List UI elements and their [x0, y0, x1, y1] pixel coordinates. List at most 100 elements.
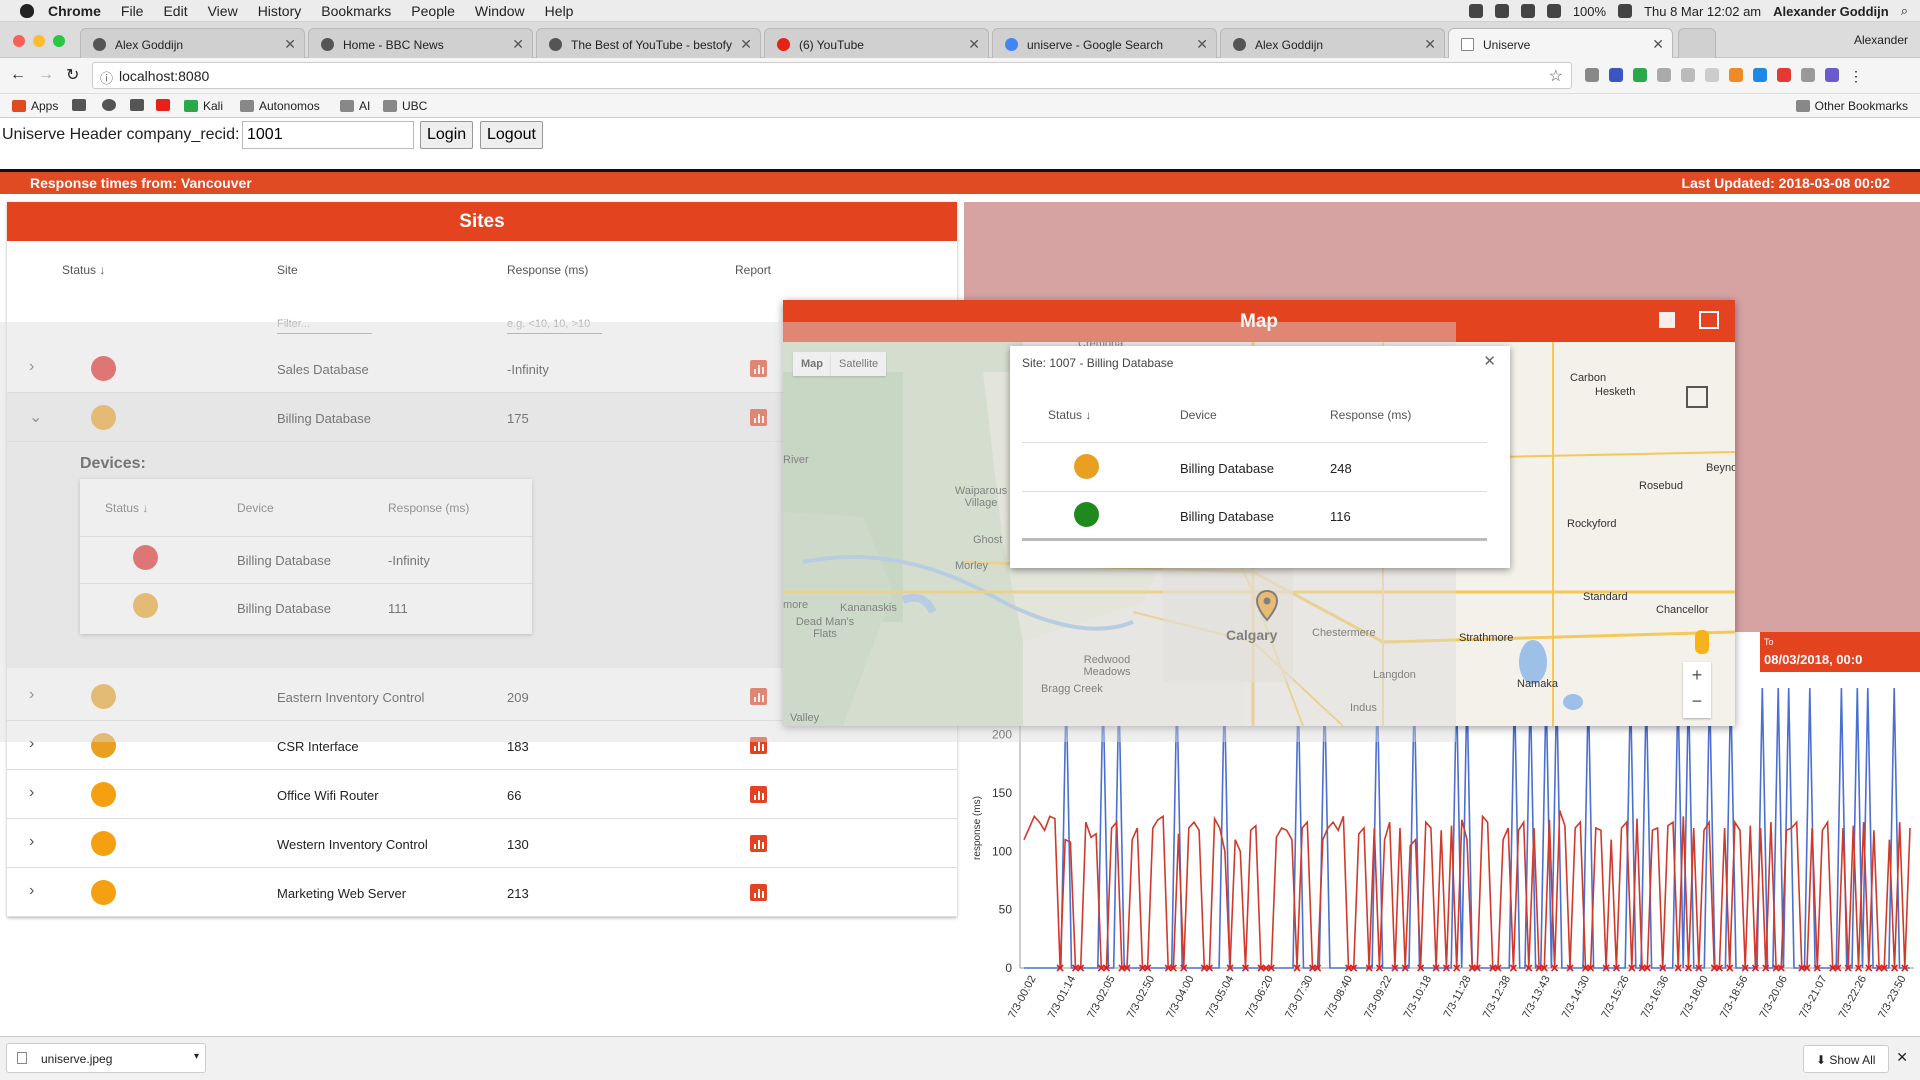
- dev-col-response[interactable]: Response (ms): [388, 501, 469, 515]
- clock[interactable]: Thu 8 Mar 12:02 am: [1644, 4, 1761, 19]
- forward-icon[interactable]: →: [38, 66, 54, 84]
- pegman-icon[interactable]: [1695, 630, 1709, 654]
- menu-history[interactable]: History: [258, 3, 302, 19]
- tab-alex-goddijn-2[interactable]: Alex Goddijn ✕: [1220, 28, 1445, 58]
- extension-ghost-icon[interactable]: [1681, 68, 1695, 82]
- map-type-map-button[interactable]: Map: [793, 352, 831, 376]
- apple-icon[interactable]: [20, 3, 34, 18]
- menu-help[interactable]: Help: [545, 3, 574, 19]
- extension-gray-icon[interactable]: [1657, 68, 1671, 82]
- close-icon[interactable]: ✕: [1483, 352, 1496, 370]
- extension-tools-icon[interactable]: [1801, 68, 1815, 82]
- close-tab-icon[interactable]: ✕: [740, 36, 752, 53]
- bookmark-ai[interactable]: AI: [340, 99, 370, 113]
- menu-window[interactable]: Window: [475, 3, 525, 19]
- chevron-down-icon[interactable]: ⌄: [29, 407, 42, 427]
- report-chart-icon[interactable]: [750, 786, 767, 803]
- report-chart-icon[interactable]: [750, 884, 767, 901]
- fullscreen-icon[interactable]: [1699, 311, 1719, 329]
- reload-icon[interactable]: ↻: [66, 65, 79, 85]
- bookmark-ubc[interactable]: UBC: [383, 99, 427, 113]
- close-window-icon[interactable]: [13, 35, 25, 47]
- back-icon[interactable]: ←: [10, 66, 26, 84]
- site-filter-input[interactable]: Filter...: [277, 318, 372, 334]
- menu-edit[interactable]: Edit: [163, 3, 187, 19]
- tab-uniserve[interactable]: Uniserve ✕: [1448, 28, 1673, 59]
- chevron-down-icon[interactable]: ▾: [194, 1051, 199, 1062]
- bookmark-kali[interactable]: Kali: [184, 99, 223, 113]
- info-icon[interactable]: ⓘ: [100, 68, 113, 87]
- battery-percent[interactable]: 100%: [1573, 4, 1606, 19]
- chevron-right-icon[interactable]: ›: [29, 735, 34, 753]
- wifi-icon[interactable]: [1520, 4, 1535, 18]
- extension-z-icon[interactable]: [1609, 68, 1623, 82]
- extension-orange-icon[interactable]: [1729, 68, 1743, 82]
- tab-best-of-youtube[interactable]: The Best of YouTube - bestofy ✕: [536, 28, 761, 58]
- map-fullscreen-icon[interactable]: [1686, 386, 1708, 408]
- bookmark-star[interactable]: [130, 99, 144, 111]
- close-tab-icon[interactable]: ✕: [512, 36, 524, 53]
- col-status[interactable]: Status ↓: [62, 263, 105, 277]
- volume-icon[interactable]: [1546, 4, 1561, 18]
- site-row[interactable]: › Office Wifi Router 66: [7, 770, 957, 819]
- map-type-satellite-button[interactable]: Satellite: [831, 352, 887, 376]
- col-response[interactable]: Response (ms): [507, 263, 588, 277]
- iw-col-status[interactable]: Status ↓: [1048, 408, 1091, 422]
- cast-icon[interactable]: [1585, 68, 1599, 82]
- menu-file[interactable]: File: [121, 3, 144, 19]
- show-all-button[interactable]: ⬇ Show All: [1803, 1045, 1889, 1073]
- extension-blue-icon[interactable]: [1753, 68, 1767, 82]
- chevron-right-icon[interactable]: ›: [29, 358, 34, 376]
- tab-bbc-news[interactable]: Home - BBC News ✕: [308, 28, 533, 58]
- report-chart-icon[interactable]: [750, 835, 767, 852]
- star-icon[interactable]: ☆: [1549, 66, 1563, 86]
- date-to-picker[interactable]: To 08/03/2018, 00:0: [1760, 632, 1920, 672]
- chevron-right-icon[interactable]: ›: [29, 833, 34, 851]
- report-chart-icon[interactable]: [750, 688, 767, 705]
- tab-alex-goddijn[interactable]: Alex Goddijn ✕: [80, 28, 305, 58]
- close-downloads-icon[interactable]: ✕: [1896, 1049, 1908, 1066]
- spotlight-icon[interactable]: ⌕: [1901, 3, 1908, 19]
- site-row[interactable]: › Western Inventory Control 130: [7, 819, 957, 868]
- close-tab-icon[interactable]: ✕: [1196, 36, 1208, 53]
- close-tab-icon[interactable]: ✕: [1652, 36, 1664, 53]
- site-row[interactable]: › CSR Interface 183: [7, 721, 957, 770]
- dev-col-device[interactable]: Device: [237, 501, 274, 515]
- bookmark-autonomos[interactable]: Autonomos: [240, 99, 320, 113]
- company-recid-input[interactable]: [242, 121, 414, 149]
- extension-cloud-icon[interactable]: [1705, 68, 1719, 82]
- chevron-right-icon[interactable]: ›: [29, 882, 34, 900]
- iw-col-device[interactable]: Device: [1180, 408, 1217, 422]
- download-item[interactable]: uniserve.jpeg ▾: [6, 1043, 206, 1073]
- dev-col-status[interactable]: Status ↓: [105, 501, 148, 515]
- extension-puzzle-icon[interactable]: [1825, 68, 1839, 82]
- chrome-menu-icon[interactable]: ⋮: [1849, 68, 1863, 85]
- bookmark-github[interactable]: [102, 99, 116, 111]
- map-pin-icon[interactable]: [1256, 590, 1278, 622]
- menu-app[interactable]: Chrome: [48, 3, 101, 19]
- response-filter-input[interactable]: e.g. <10, 10, >10: [507, 318, 602, 334]
- new-tab-button[interactable]: [1678, 28, 1716, 58]
- close-tab-icon[interactable]: ✕: [1424, 36, 1436, 53]
- grid-view-icon[interactable]: [1659, 312, 1675, 328]
- tab-google-search[interactable]: uniserve - Google Search ✕: [992, 28, 1217, 58]
- logout-button[interactable]: Logout: [480, 121, 543, 149]
- cloud-icon[interactable]: [1494, 4, 1509, 18]
- close-tab-icon[interactable]: ✕: [968, 36, 980, 53]
- report-chart-icon[interactable]: [750, 737, 767, 754]
- chevron-right-icon[interactable]: ›: [29, 784, 34, 802]
- zoom-out-icon[interactable]: −: [1683, 688, 1711, 714]
- close-tab-icon[interactable]: ✕: [284, 36, 296, 53]
- report-chart-icon[interactable]: [750, 360, 767, 377]
- menu-people[interactable]: People: [411, 3, 455, 19]
- bookmark-bbc[interactable]: [72, 99, 86, 111]
- zoom-window-icon[interactable]: [53, 35, 65, 47]
- bookmark-other[interactable]: Other Bookmarks: [1795, 99, 1908, 113]
- chevron-right-icon[interactable]: ›: [29, 686, 34, 704]
- minimize-window-icon[interactable]: [33, 35, 45, 47]
- bookmark-youtube[interactable]: [156, 99, 170, 111]
- login-button[interactable]: Login: [420, 121, 474, 149]
- menu-bookmarks[interactable]: Bookmarks: [321, 3, 391, 19]
- col-site[interactable]: Site: [277, 263, 298, 277]
- profile-name[interactable]: Alexander: [1854, 33, 1908, 47]
